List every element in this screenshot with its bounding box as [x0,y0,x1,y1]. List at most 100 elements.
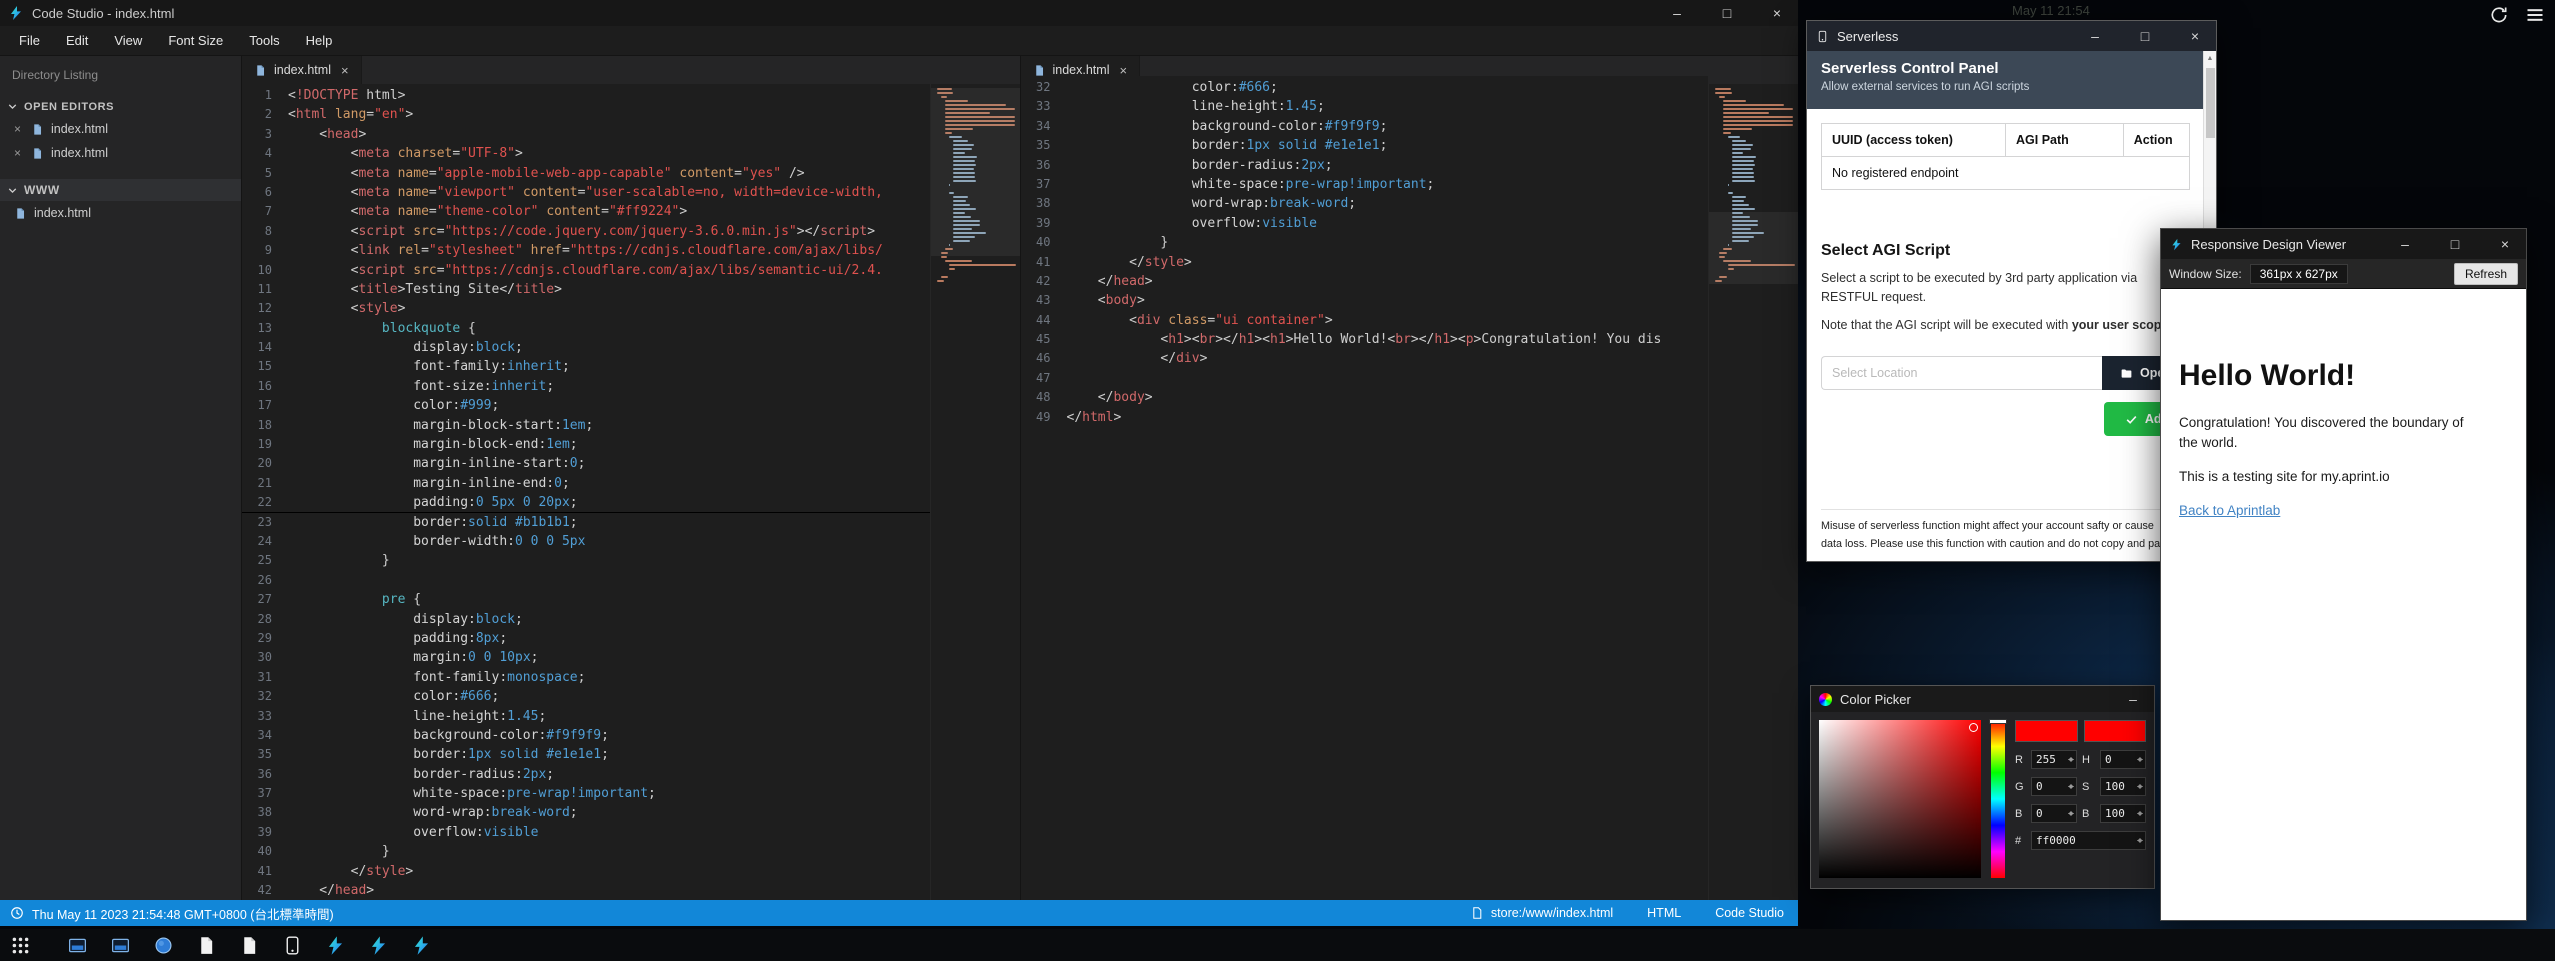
saturation-stepper[interactable] [2100,777,2146,796]
title-bar[interactable]: Serverless – □ × [1807,21,2216,51]
sidebar-header: Directory Listing [0,56,241,96]
restore-button[interactable]: □ [1706,0,1748,26]
color-picker-window: Color Picker – R H G S B B [1810,685,2155,889]
tab-strip: index.html × [242,56,1020,84]
app-launcher-icon[interactable] [10,935,31,956]
status-language[interactable]: HTML [1647,906,1681,920]
green-label: G [2015,781,2026,793]
desktop-clock: May 11 21:54 [2012,3,2090,18]
red-input[interactable] [2031,750,2077,769]
close-button[interactable]: × [2174,23,2216,49]
apps-menu-icon[interactable] [2525,5,2545,25]
taskbar [0,929,2555,961]
sphere-icon[interactable] [153,935,174,956]
hue-stepper[interactable] [2100,750,2146,769]
current-color-swatch[interactable] [2015,720,2078,742]
code-studio-window: Code Studio - index.html – □ × File Edit… [0,0,1798,926]
close-button[interactable]: × [2484,231,2526,257]
check-icon [2125,413,2138,426]
minimap[interactable] [930,84,1020,900]
rendered-page: Hello World! Congratulation! You discove… [2161,289,2526,920]
title-bar[interactable]: Responsive Design Viewer – □ × [2161,229,2526,259]
table-row: No registered endpoint [1822,157,2190,190]
status-bar: Thu May 11 2023 21:54:48 GMT+0800 (台北標準時… [0,900,1798,926]
column-uuid: UUID (access token) [1822,124,2006,157]
brightness-stepper[interactable] [2100,804,2146,823]
status-file-path[interactable]: store:/www/index.html [1470,906,1613,920]
file-icon [1033,64,1046,77]
menu-edit[interactable]: Edit [53,26,101,56]
red-label: R [2015,754,2026,766]
color-cursor[interactable] [1969,723,1978,732]
hue-handle[interactable] [1990,720,2006,723]
minimize-button[interactable]: – [1656,0,1698,26]
document-icon[interactable] [239,935,260,956]
menu-font-size[interactable]: Font Size [155,26,236,56]
title-bar[interactable]: Color Picker – [1811,686,2154,712]
status-datetime: Thu May 11 2023 21:54:48 GMT+0800 (台北標準時… [32,904,334,923]
close-button[interactable]: × [1756,0,1798,26]
menu-file[interactable]: File [6,26,53,56]
code-studio-logo-icon [2170,238,2183,251]
maximize-button[interactable]: □ [2124,23,2166,49]
window-icon[interactable] [67,935,88,956]
saturation-brightness-area[interactable] [1819,720,1981,878]
refresh-button[interactable]: Refresh [2454,263,2518,285]
title-bar[interactable]: Code Studio - index.html – □ × [0,0,1798,26]
endpoint-table: UUID (access token) AGI Path Action No r… [1821,123,2190,190]
close-icon[interactable]: × [14,122,24,136]
menu-bar: File Edit View Font Size Tools Help [0,26,1798,56]
window-size-value[interactable]: 361px x 627px [2250,264,2348,284]
document-icon[interactable] [196,935,217,956]
hex-input[interactable] [2031,831,2146,850]
minimize-button[interactable]: – [2384,231,2426,257]
tree-item-index-html[interactable]: index.html [0,201,241,225]
maximize-button[interactable]: □ [2434,231,2476,257]
menu-view[interactable]: View [101,26,155,56]
hex-label: # [2015,835,2026,847]
hex-field[interactable] [2031,831,2146,850]
scroll-up-icon[interactable]: ▲ [2207,53,2214,65]
menu-tools[interactable]: Tools [236,26,292,56]
code-studio-icon[interactable] [368,935,389,956]
refresh-icon[interactable] [2489,5,2509,25]
minimap[interactable] [1708,84,1798,900]
saturation-input[interactable] [2100,777,2146,796]
minimize-button[interactable]: – [2112,686,2154,712]
column-action: Action [2123,124,2189,157]
device-icon[interactable] [282,935,303,956]
blue-stepper[interactable] [2031,804,2077,823]
green-stepper[interactable] [2031,777,2077,796]
open-editor-item[interactable]: × index.html [0,141,241,165]
menu-help[interactable]: Help [293,26,346,56]
file-icon [14,207,27,220]
code-editor-right[interactable]: 32 color:#666;33 line-height:1.45;34 bac… [1021,76,1709,900]
previous-color-swatch[interactable] [2084,720,2147,742]
window-size-label: Window Size: [2169,267,2242,281]
hue-input[interactable] [2100,750,2146,769]
warning-text: Misuse of serverless function might affe… [1821,509,2190,553]
location-input[interactable] [1821,356,2102,390]
close-icon[interactable]: × [341,63,349,78]
page-heading: Hello World! [2179,359,2508,393]
close-icon[interactable]: × [14,146,24,160]
open-editor-item[interactable]: × index.html [0,117,241,141]
red-stepper[interactable] [2031,750,2077,769]
code-studio-icon[interactable] [325,935,346,956]
chevron-down-icon [6,184,19,197]
window-icon[interactable] [110,935,131,956]
green-input[interactable] [2031,777,2077,796]
folder-www[interactable]: WWW [0,179,241,201]
back-to-aprintlab-link[interactable]: Back to Aprintlab [2179,503,2280,518]
blue-label: B [2015,808,2026,820]
scroll-thumb[interactable] [2206,68,2215,138]
hue-slider[interactable] [1991,720,2005,878]
code-editor-left[interactable]: 1<!DOCTYPE html>2<html lang="en">3 <head… [242,84,930,900]
brightness-input[interactable] [2100,804,2146,823]
tab-index-html[interactable]: index.html × [242,56,362,84]
open-editors-section[interactable]: OPEN EDITORS [0,96,241,117]
code-studio-icon[interactable] [411,935,432,956]
minimize-button[interactable]: – [2074,23,2116,49]
sidebar: Directory Listing OPEN EDITORS × index.h… [0,56,241,900]
blue-input[interactable] [2031,804,2077,823]
